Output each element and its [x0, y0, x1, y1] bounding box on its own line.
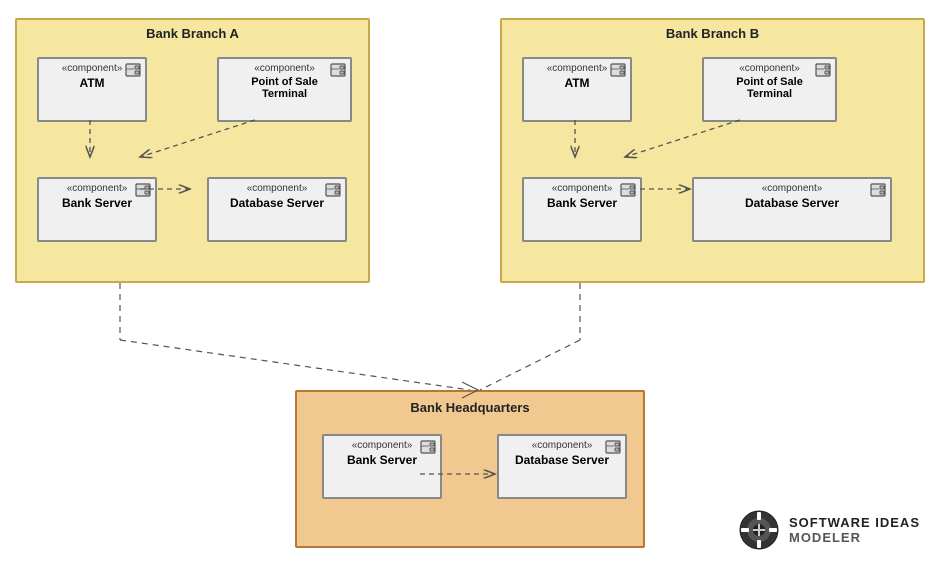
dbserver-a-component: «component» Database Server: [207, 177, 347, 242]
component-icon-pos-b: [815, 63, 831, 77]
logo-text: SOFTWARE IDEAS MODELER: [789, 515, 920, 545]
component-icon-pos-a: [330, 63, 346, 77]
diagram-area: Bank Branch A «component» ATM: [0, 0, 940, 565]
pos-a-component: «component» Point of SaleTerminal: [217, 57, 352, 122]
hq-container: Bank Headquarters «component» Bank Serve…: [295, 390, 645, 548]
bs-hq-name: Bank Server: [324, 453, 440, 467]
logo-icon: [739, 510, 779, 550]
db-a-name: Database Server: [209, 196, 345, 210]
db-hq-name: Database Server: [499, 453, 625, 467]
component-icon-bs-b: [620, 183, 636, 197]
component-icon-db-hq: [605, 440, 621, 454]
branch-b-label: Bank Branch B: [666, 26, 759, 41]
branch-b-container: Bank Branch B «component» ATM: [500, 18, 925, 283]
bs-a-name: Bank Server: [39, 196, 155, 210]
logo-line2: MODELER: [789, 530, 920, 545]
component-icon-atm-b: [610, 63, 626, 77]
component-icon-db-b: [870, 183, 886, 197]
pos-a-name: Point of SaleTerminal: [219, 76, 350, 100]
db-b-name: Database Server: [694, 196, 890, 210]
branch-a-label: Bank Branch A: [146, 26, 239, 41]
bankserver-hq-component: «component» Bank Server: [322, 434, 442, 499]
atm-a-name: ATM: [39, 76, 145, 90]
db-b-stereotype: «component»: [694, 183, 890, 194]
atm-a-component: «component» ATM: [37, 57, 147, 122]
branch-a-container: Bank Branch A «component» ATM: [15, 18, 370, 283]
logo-line1: SOFTWARE IDEAS: [789, 515, 920, 530]
component-icon-bs-a: [135, 183, 151, 197]
pos-b-name: Point of SaleTerminal: [704, 76, 835, 100]
bs-b-name: Bank Server: [524, 196, 640, 210]
component-icon-db-a: [325, 183, 341, 197]
atm-b-component: «component» ATM: [522, 57, 632, 122]
dbserver-hq-component: «component» Database Server: [497, 434, 627, 499]
atm-b-name: ATM: [524, 76, 630, 90]
logo-area: SOFTWARE IDEAS MODELER: [739, 510, 920, 550]
bankserver-a-component: «component» Bank Server: [37, 177, 157, 242]
hq-label: Bank Headquarters: [410, 400, 529, 415]
dbserver-b-component: «component» Database Server: [692, 177, 892, 242]
component-icon-atm-a: [125, 63, 141, 77]
pos-b-component: «component» Point of SaleTerminal: [702, 57, 837, 122]
component-icon-bs-hq: [420, 440, 436, 454]
bankserver-b-component: «component» Bank Server: [522, 177, 642, 242]
